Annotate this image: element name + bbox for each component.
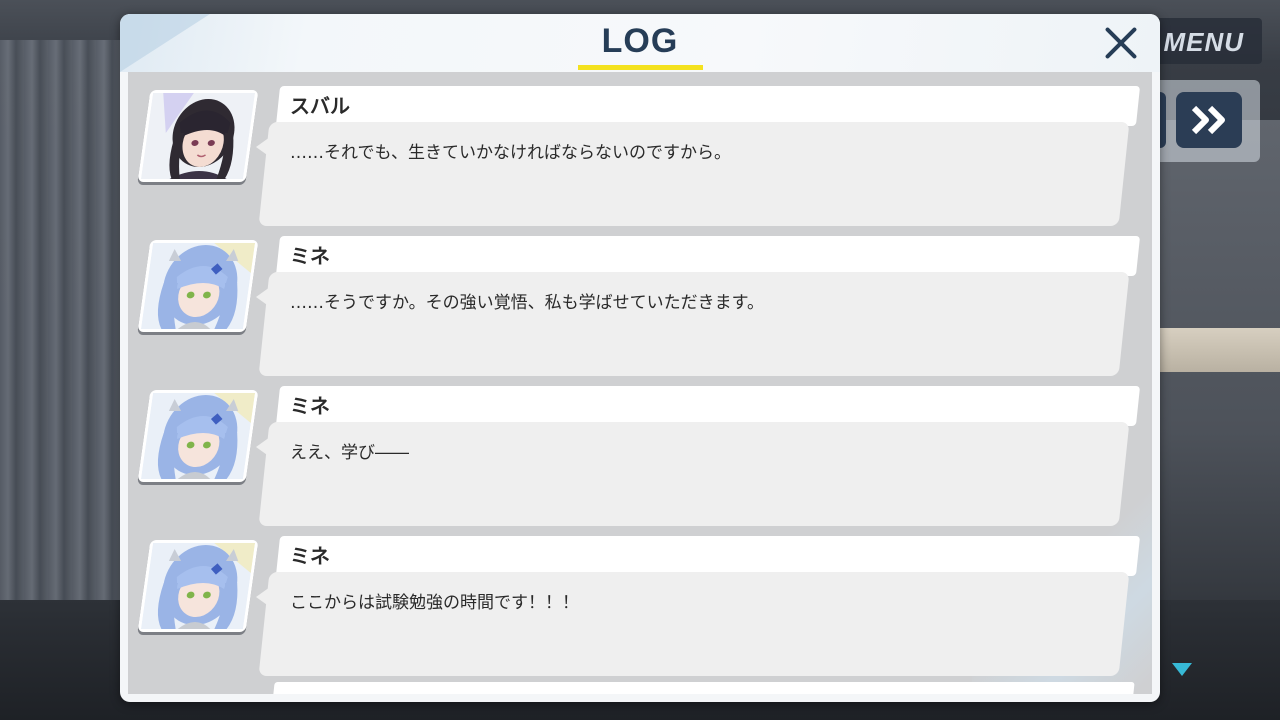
mine-portrait [137,240,259,332]
log-entry: ミネ ええ、学び―― [128,372,1152,526]
log-list[interactable]: スバル ……それでも、生きていかなければならないのですから。 ミネ ……そうです… [128,72,1152,694]
mine-portrait [137,540,259,632]
dialogue-bubble-tail [256,587,270,607]
log-header: LOG [120,14,1160,72]
speaker-name: ミネ [290,544,330,568]
skip-forward-icon [1191,105,1225,135]
speaker-name: ミネ [290,244,330,268]
dialogue-bubble-tail [256,137,270,157]
close-icon[interactable] [1100,22,1142,64]
dialogue-bubble-tail [256,437,270,457]
speaker-name: ミネ [290,394,330,418]
log-entry: ミネ ここからは試験勉強の時間です！！！ [128,522,1152,676]
speaker-name-bar [275,386,1141,426]
menu-label: MENU [1163,27,1244,57]
menu-button[interactable]: MENU [1150,18,1262,64]
log-title: LOG [601,22,679,60]
dialogue-bubble-tail [256,287,270,307]
speaker-name: スバル [290,94,350,118]
title-underline [578,65,703,70]
skip-button[interactable] [1176,92,1242,148]
log-window: LOG スバル ……それでも、生きていかなければならないのですから。 ミネ ……… [120,14,1160,702]
dialogue-text: ここからは試験勉強の時間です！！！ [290,593,579,613]
wall-rail [1160,328,1280,372]
speaker-name-bar [275,86,1141,126]
next-entry-edge [273,682,1135,694]
curtain [0,40,130,640]
speaker-name-bar [275,236,1141,276]
speaker-name-bar [275,536,1141,576]
subaru-portrait [137,90,259,182]
dialogue-text: ……それでも、生きていかなければならないのですから。 [290,143,731,163]
mine-portrait [137,390,259,482]
scroll-down-icon[interactable] [1172,663,1192,676]
log-entry: スバル ……それでも、生きていかなければならないのですから。 [128,72,1152,226]
dialogue-text: ええ、学び―― [290,443,409,463]
log-entry: ミネ ……そうですか。その強い覚悟、私も学ばせていただきます。 [128,222,1152,376]
wall [1150,120,1280,640]
dialogue-text: ……そうですか。その強い覚悟、私も学ばせていただきます。 [290,293,764,313]
